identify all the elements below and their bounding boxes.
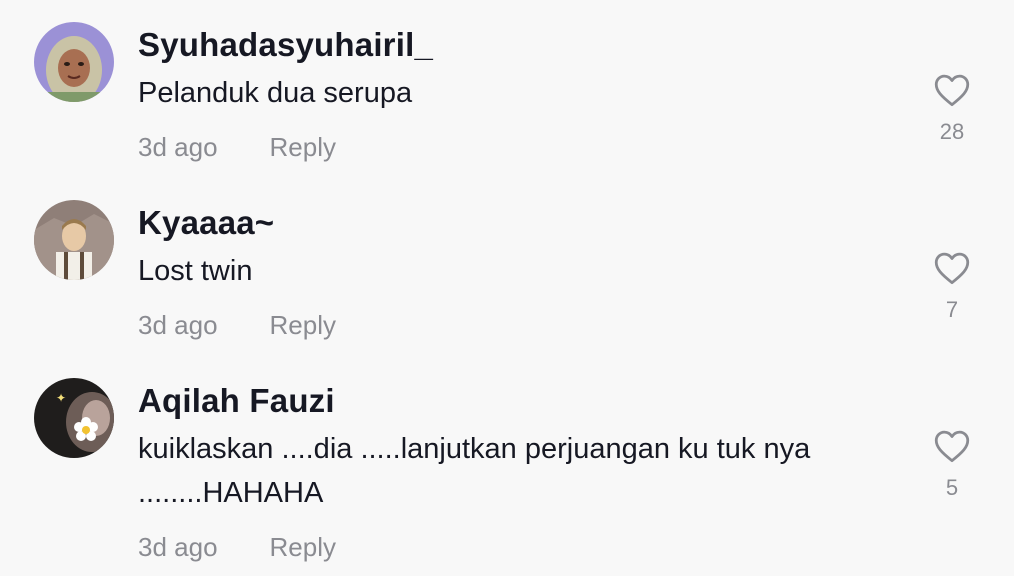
like-group: 7 — [930, 251, 974, 323]
reply-button[interactable]: Reply — [270, 310, 336, 340]
like-group: 5 — [930, 429, 974, 501]
comment-item: ✦ Aqilah Fauzi kuiklaskan ....dia .....l… — [0, 356, 1014, 576]
avatar-flower-girl-icon: ✦ — [34, 378, 114, 458]
comment-text: Lost twin — [138, 255, 253, 287]
heart-icon[interactable] — [933, 251, 971, 285]
comment-meta: 3d ago Reply — [138, 132, 336, 163]
comment-username[interactable]: Syuhadasyuhairil_ — [138, 26, 433, 64]
comment-meta: 3d ago Reply — [138, 532, 336, 563]
like-count: 28 — [939, 119, 965, 144]
svg-text:✦: ✦ — [56, 391, 66, 405]
avatar-hijab-woman-icon — [34, 22, 114, 102]
avatar[interactable] — [34, 200, 114, 280]
reply-button[interactable]: Reply — [270, 532, 336, 562]
comment-timestamp: 3d ago — [138, 132, 218, 162]
avatar[interactable] — [34, 22, 114, 102]
like-count: 5 — [945, 475, 959, 500]
reply-button[interactable]: Reply — [270, 132, 336, 162]
like-group: 28 — [930, 73, 974, 145]
comment-item: Syuhadasyuhairil_ Pelanduk dua serupa 3d… — [0, 0, 1014, 178]
heart-icon[interactable] — [933, 429, 971, 463]
avatar[interactable]: ✦ — [34, 378, 114, 458]
comment-meta: 3d ago Reply — [138, 310, 336, 341]
comment-username[interactable]: Aqilah Fauzi — [138, 382, 335, 420]
comment-timestamp: 3d ago — [138, 310, 218, 340]
comment-text: Pelanduk dua serupa — [138, 77, 413, 109]
comment-username[interactable]: Kyaaaa~ — [138, 204, 274, 242]
comment-timestamp: 3d ago — [138, 532, 218, 562]
heart-icon[interactable] — [933, 73, 971, 107]
comment-text: kuiklaskan ....dia .....lanjutkan perjua… — [138, 433, 811, 509]
like-count: 7 — [945, 297, 959, 322]
comment-item: Kyaaaa~ Lost twin 3d ago Reply 7 — [0, 178, 1014, 356]
avatar-anime-soldier-icon — [34, 200, 114, 280]
